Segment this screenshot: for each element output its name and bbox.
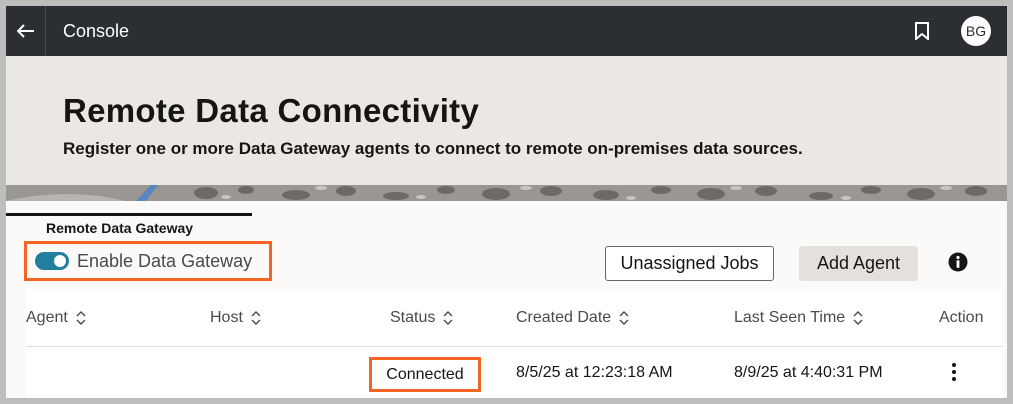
add-agent-button[interactable]: Add Agent — [799, 246, 918, 281]
bookmark-icon — [915, 22, 929, 40]
info-button[interactable] — [947, 251, 969, 273]
unassigned-jobs-button[interactable]: Unassigned Jobs — [605, 246, 774, 281]
page-subtitle: Register one or more Data Gateway agents… — [63, 139, 803, 158]
cell-last-seen-time: 8/9/25 at 4:40:31 PM — [734, 363, 883, 381]
column-header-agent[interactable]: Agent — [26, 289, 86, 347]
agents-table: Agent Host Status Created Date Last Seen… — [26, 289, 1002, 398]
toggle-label: Enable Data Gateway — [77, 250, 253, 271]
column-header-status[interactable]: Status — [390, 289, 453, 347]
sort-icon — [619, 311, 629, 325]
sort-icon — [443, 311, 453, 325]
sort-icon — [76, 311, 86, 325]
tab-indicator — [6, 213, 252, 216]
status-badge: Connected — [369, 357, 481, 392]
bookmark-button[interactable] — [910, 19, 934, 43]
column-header-host[interactable]: Host — [210, 289, 261, 347]
app-frame: Console BG Remote Data Connectivity Regi… — [6, 6, 1007, 398]
page-header: Remote Data Connectivity Register one or… — [6, 56, 1007, 188]
arrow-left-icon — [16, 24, 34, 38]
back-button[interactable] — [6, 6, 46, 56]
column-header-created-date[interactable]: Created Date — [516, 289, 629, 347]
cell-created-date: 8/5/25 at 12:23:18 AM — [516, 363, 673, 381]
main-content: Remote Data Gateway Enable Data Gateway … — [6, 201, 1007, 398]
column-header-last-seen-time[interactable]: Last Seen Time — [734, 289, 863, 347]
tab-remote-data-gateway[interactable]: Remote Data Gateway — [46, 220, 193, 236]
more-vertical-icon — [952, 363, 956, 381]
header-texture-banner — [6, 185, 1007, 201]
enable-data-gateway-toggle[interactable]: Enable Data Gateway — [24, 241, 272, 281]
info-icon — [948, 252, 968, 272]
avatar[interactable]: BG — [961, 16, 991, 46]
column-header-action: Action — [939, 309, 984, 326]
app-title: Console — [63, 21, 130, 41]
table-header: Agent Host Status Created Date Last Seen… — [26, 289, 1002, 347]
page-title: Remote Data Connectivity — [63, 92, 480, 129]
top-bar: Console BG — [6, 6, 1007, 56]
toggle-switch[interactable] — [35, 252, 69, 270]
table-row[interactable]: Connected 8/5/25 at 12:23:18 AM 8/9/25 a… — [26, 347, 1002, 398]
row-actions-button[interactable] — [944, 360, 964, 384]
sort-icon — [251, 311, 261, 325]
sort-icon — [853, 311, 863, 325]
